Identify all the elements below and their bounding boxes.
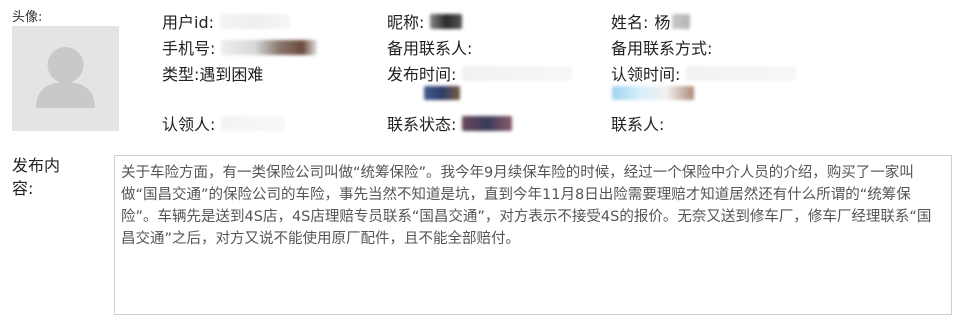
phone-field: 手机号: [162, 35, 318, 59]
phone-label: 手机号: [162, 39, 216, 58]
name-value-redacted [672, 13, 691, 29]
content-label-line2: 容: [12, 179, 34, 198]
claim-time-field: 认领时间: [611, 61, 797, 85]
content-text: 关于车险方面，有一类保险公司叫做“统筹保险”。我今年9月续保车险的时候，经过一个… [121, 165, 932, 247]
nickname-value-redacted [430, 13, 463, 29]
type-field: 类型: 遇到困难 [162, 61, 263, 85]
claim-time-label: 认领时间: [611, 65, 681, 84]
user-id-label: 用户id: [162, 13, 214, 32]
claim-time-value-redacted-cont [612, 86, 694, 100]
phone-value-redacted [221, 39, 318, 55]
avatar-label: 头像: [12, 10, 43, 25]
backup-contact-method-field: 备用联系方式: [611, 35, 712, 59]
contact-person-label: 联系人: [611, 115, 665, 134]
user-id-field: 用户id: [162, 9, 290, 33]
backup-contact-field: 备用联系人: [387, 35, 472, 59]
nickname-field: 昵称: [387, 9, 463, 33]
nickname-label: 昵称: [387, 13, 425, 32]
contact-status-value-redacted [462, 115, 513, 131]
publish-time-value-redacted-cont [424, 86, 460, 100]
backup-contact-label: 备用联系人: [387, 39, 473, 58]
content-textarea[interactable]: 关于车险方面，有一类保险公司叫做“统筹保险”。我今年9月续保车险的时候，经过一个… [114, 155, 952, 315]
publish-time-field: 发布时间: [387, 61, 573, 85]
type-label: 类型: [162, 65, 200, 84]
name-value: 杨 [654, 13, 671, 32]
publish-time-value-redacted [462, 65, 573, 81]
claimer-label: 认领人: [162, 115, 216, 134]
content-label: 发布内 容: [12, 154, 60, 200]
backup-contact-method-label: 备用联系方式: [611, 39, 713, 58]
claim-time-value-redacted [686, 65, 797, 81]
name-label: 姓名: [611, 13, 649, 32]
claimer-field: 认领人: [162, 111, 286, 135]
type-value: 遇到困难 [199, 65, 264, 84]
avatar [12, 26, 119, 131]
claimer-value-redacted [221, 115, 286, 131]
content-label-line1: 发布内 [12, 156, 61, 175]
user-silhouette-icon [36, 47, 95, 108]
publish-time-label: 发布时间: [387, 65, 457, 84]
user-id-value-redacted [220, 13, 290, 29]
name-field: 姓名: 杨 [611, 9, 691, 33]
contact-person-field: 联系人: [611, 111, 664, 135]
contact-status-label: 联系状态: [387, 115, 457, 134]
contact-status-field: 联系状态: [387, 111, 513, 135]
